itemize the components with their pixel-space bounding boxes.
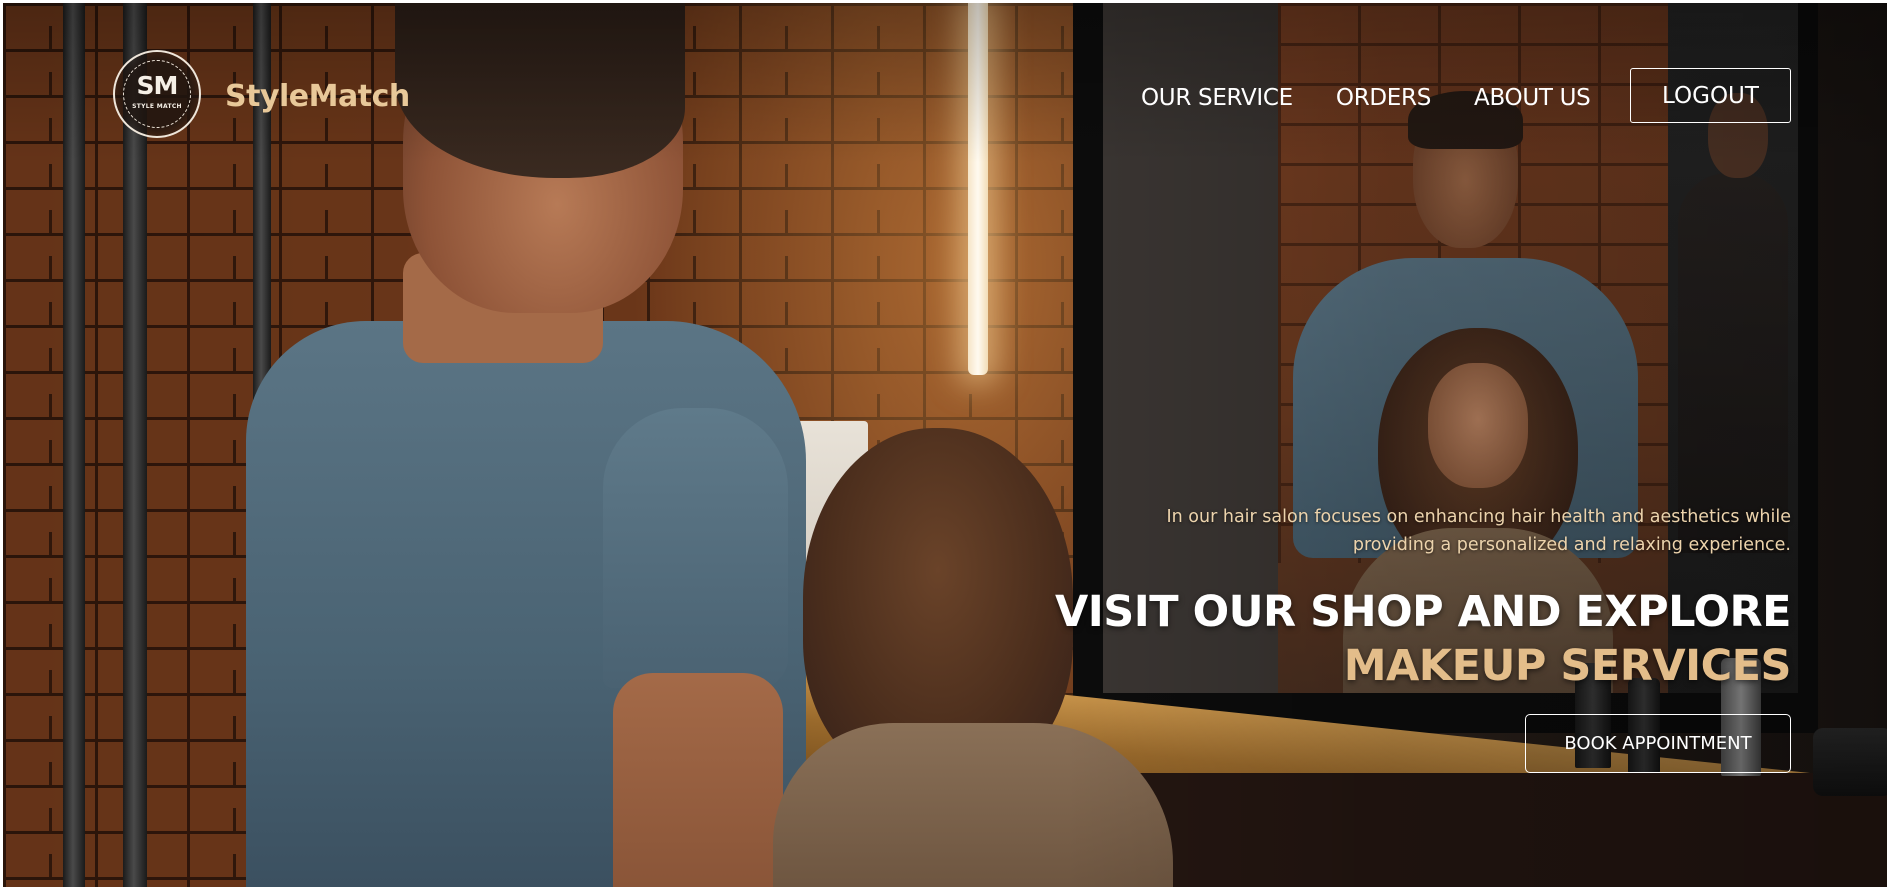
book-appointment-button[interactable]: BOOK APPOINTMENT xyxy=(1525,714,1791,773)
hero-headline-line1: VISIT OUR SHOP AND EXPLORE xyxy=(1055,587,1791,637)
nav-our-service[interactable]: OUR SERVICE xyxy=(1141,85,1293,111)
man-sleeve xyxy=(603,408,788,688)
man-arm xyxy=(613,673,783,887)
logo-monogram: SM xyxy=(136,71,179,100)
brand-name[interactable]: StyleMatch xyxy=(225,79,410,114)
logo[interactable]: SM STYLE MATCH xyxy=(113,50,201,138)
logout-button[interactable]: LOGOUT xyxy=(1630,68,1791,123)
main-nav: OUR SERVICE ORDERS ABOUT US xyxy=(1141,85,1633,111)
hero-headline: VISIT OUR SHOP AND EXPLORE MAKEUP SERVIC… xyxy=(1003,585,1791,693)
nav-orders[interactable]: ORDERS xyxy=(1336,85,1431,111)
hero-tagline-line1: In our hair salon focuses on enhancing h… xyxy=(1166,507,1791,527)
logo-subtitle: STYLE MATCH xyxy=(132,103,182,110)
hero-headline-line2: MAKEUP SERVICES xyxy=(1343,641,1792,691)
nav-about-us[interactable]: ABOUT US xyxy=(1474,85,1591,111)
hero-tagline: In our hair salon focuses on enhancing h… xyxy=(1103,503,1791,559)
hero-section: SM STYLE MATCH StyleMatch OUR SERVICE OR… xyxy=(3,3,1887,887)
hero-tagline-line2: providing a personalized and relaxing ex… xyxy=(1352,535,1791,555)
